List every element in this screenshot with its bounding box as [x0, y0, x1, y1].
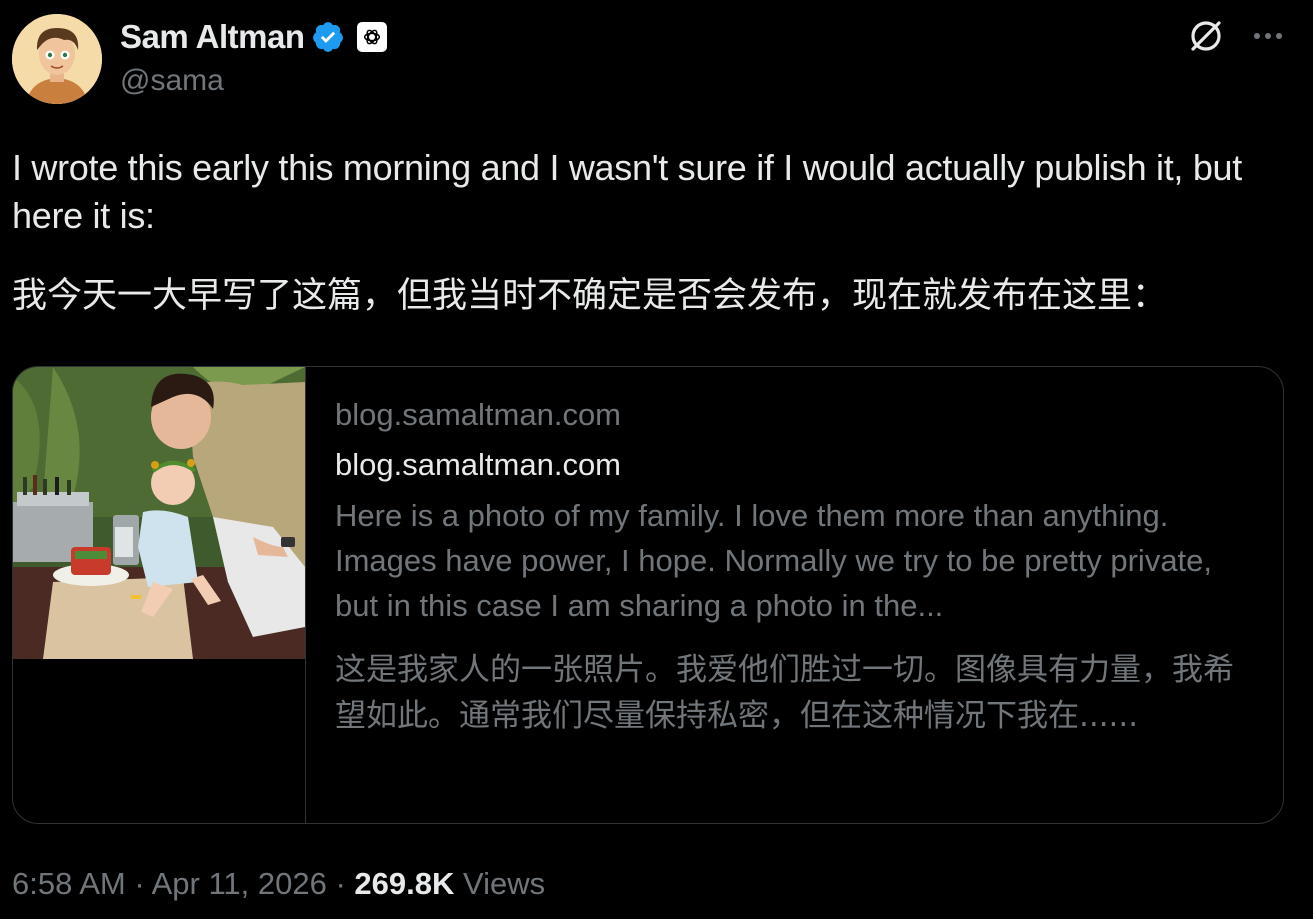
meta-separator: · [134, 866, 145, 901]
link-card-description-chinese: 这是我家人的一张照片。我爱他们胜过一切。图像具有力量，我希望如此。通常我们尽量保… [335, 652, 1234, 734]
link-card-image[interactable] [13, 367, 305, 659]
link-card-description: Here is a photo of my family. I love the… [335, 498, 1213, 623]
verified-badge-icon[interactable] [311, 20, 345, 54]
views-count: 269.8K [354, 866, 455, 901]
author-handle[interactable]: @sama [120, 64, 224, 98]
more-dot [1276, 33, 1282, 39]
tweet-text-english: I wrote this early this morning and I wa… [12, 147, 1242, 236]
grok-icon[interactable] [1186, 16, 1226, 56]
family-photo-image [13, 367, 305, 659]
tweet-time[interactable]: 6:58 AM [12, 866, 126, 901]
link-preview-card[interactable]: blog.samaltman.com blog.samaltman.com He… [12, 366, 1284, 824]
link-card-domain[interactable]: blog.samaltman.com [335, 397, 621, 433]
link-card-title[interactable]: blog.samaltman.com [335, 447, 621, 483]
author-avatar[interactable] [12, 14, 102, 104]
card-divider [305, 367, 306, 823]
openai-logo-icon[interactable] [356, 22, 387, 52]
views-label: Views [463, 866, 546, 901]
meta-separator: · [335, 866, 346, 901]
author-display-name[interactable]: Sam Altman [120, 18, 305, 56]
tweet-text-chinese: 我今天一大早写了这篇，但我当时不确定是否会发布，现在就发布在这里： [12, 276, 1168, 316]
openai-knot-icon [363, 29, 380, 45]
tweet-metadata: 6:58 AM · Apr 11, 2026 · 269.8K Views [12, 866, 545, 902]
more-dot [1265, 33, 1271, 39]
cartoon-avatar-icon [12, 14, 102, 104]
author-name-row: Sam Altman [120, 15, 387, 59]
more-options-icon[interactable] [1248, 18, 1288, 54]
tweet-date[interactable]: Apr 11, 2026 [152, 866, 327, 901]
more-dot [1254, 33, 1260, 39]
